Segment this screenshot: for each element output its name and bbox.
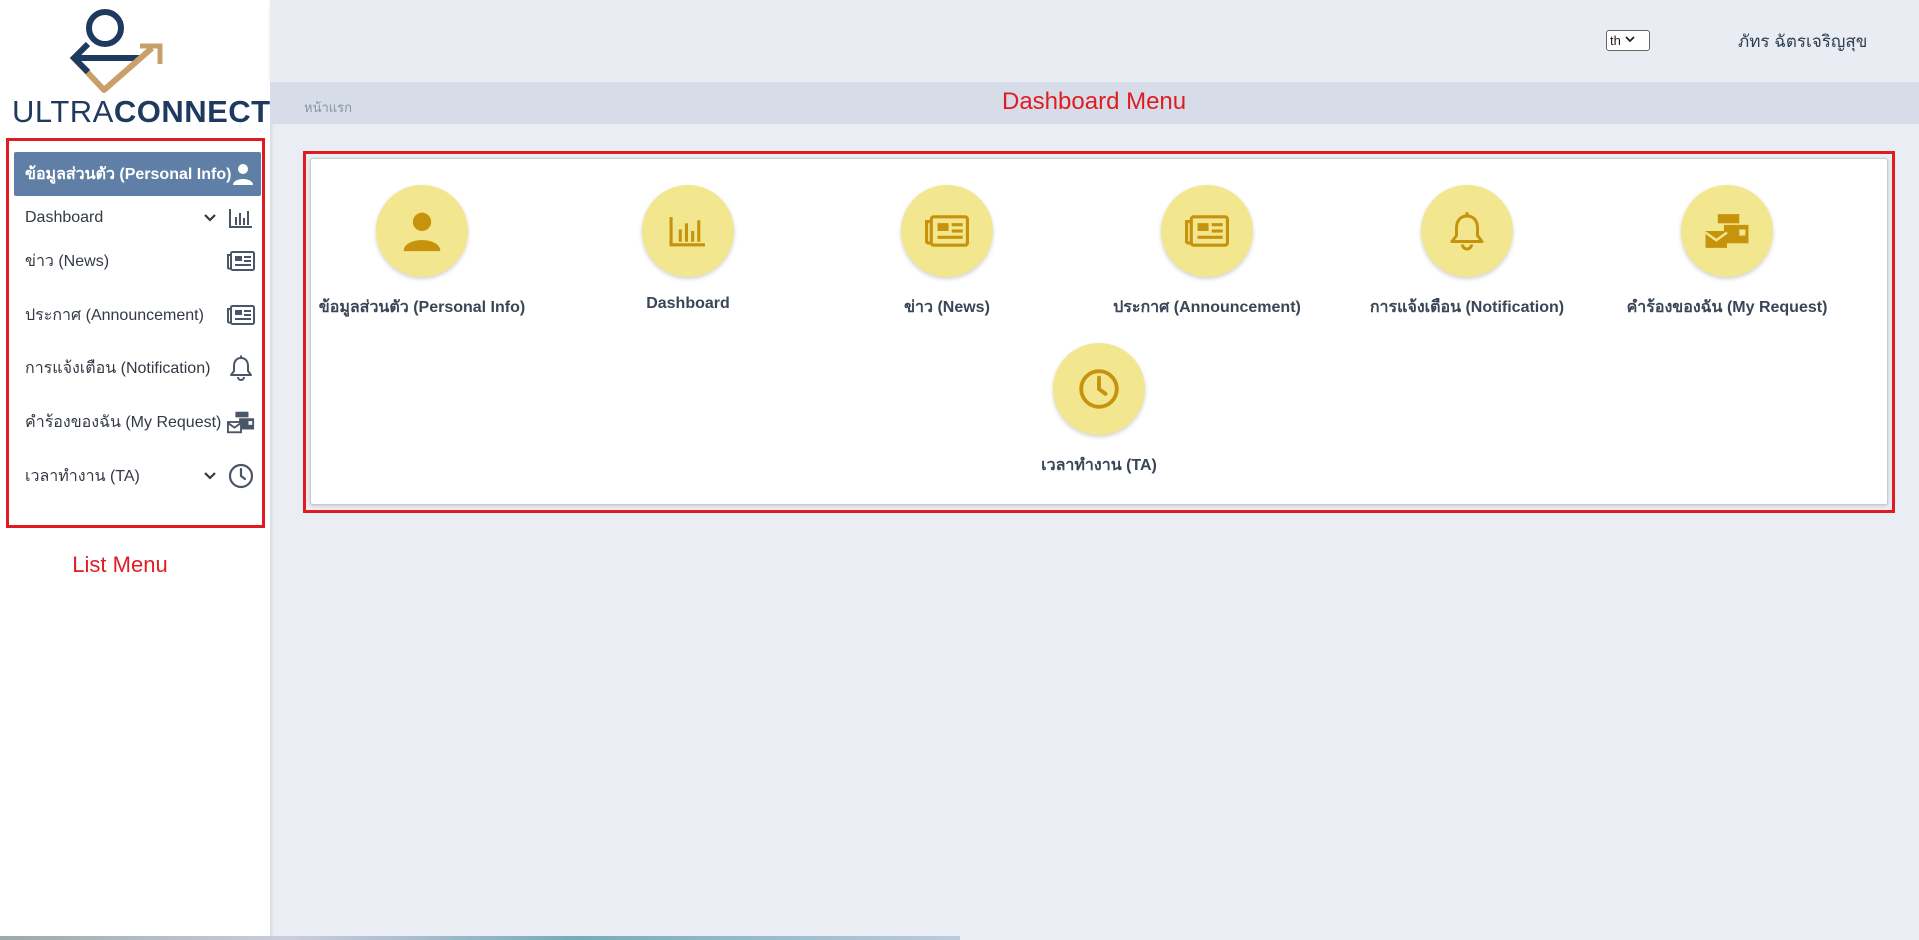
tile-personal-info[interactable]: ข้อมูลส่วนตัว (Personal Info) [311, 185, 533, 325]
tile-my-request[interactable]: คำร้องของฉัน (My Request) [1597, 185, 1857, 325]
tile-label: การแจ้งเตือน (Notification) [1369, 299, 1565, 316]
newspaper-icon [901, 185, 993, 277]
tile-label: Dashboard [646, 295, 730, 312]
tile-dashboard[interactable]: Dashboard [558, 185, 818, 325]
tile-time-attendance[interactable]: เวลาทำงาน (TA) [969, 343, 1229, 483]
logo-wordmark: ULTRACONNECT [12, 94, 271, 129]
list-menu-highlight: ข้อมูลส่วนตัว (Personal Info) Dashboard … [6, 138, 265, 528]
ultra-connect-logo[interactable]: ULTRACONNECT [12, 6, 271, 130]
sidebar-item-news[interactable]: ข่าว (News) [14, 239, 261, 283]
newspaper-icon [1161, 185, 1253, 277]
sidebar: ULTRACONNECT ข้อมูลส่วนตัว (Personal Inf… [0, 0, 270, 940]
dashboard-menu-highlight: ข้อมูลส่วนตัว (Personal Info) Dashboard … [303, 151, 1895, 513]
newspaper-icon [227, 247, 255, 275]
bell-icon [1421, 185, 1513, 277]
dashboard-card: ข้อมูลส่วนตัว (Personal Info) Dashboard … [310, 158, 1888, 505]
tile-label: ข้อมูลส่วนตัว (Personal Info) [318, 299, 526, 316]
sidebar-item-time-attendance[interactable]: เวลาทำงาน (TA) [14, 454, 261, 498]
sidebar-item-label: ประกาศ (Announcement) [25, 306, 204, 324]
sidebar-item-dashboard[interactable]: Dashboard [14, 196, 261, 240]
top-bar: th ภัทร ฉัตรเจริญสุข [270, 0, 1919, 82]
tile-label: ข่าว (News) [904, 299, 990, 316]
tile-news[interactable]: ข่าว (News) [817, 185, 1077, 325]
sidebar-item-label: ข่าว (News) [25, 252, 110, 270]
language-select-value: th [1610, 33, 1621, 48]
list-menu-annotation: List Menu [72, 552, 168, 577]
bar-chart-icon [227, 204, 255, 232]
clock-icon [227, 462, 255, 490]
newspaper-icon [227, 301, 255, 329]
tile-label: คำร้องของฉัน (My Request) [1626, 299, 1828, 316]
sidebar-item-label: การแจ้งเตือน (Notification) [25, 359, 211, 377]
user-name[interactable]: ภัทร ฉัตรเจริญสุข [1738, 28, 1867, 55]
chevron-down-icon[interactable] [203, 471, 219, 481]
bar-chart-icon [642, 185, 734, 277]
sidebar-item-my-request[interactable]: คำร้องของฉัน (My Request) [14, 400, 261, 444]
chevron-down-icon[interactable] [203, 213, 219, 223]
tile-notification[interactable]: การแจ้งเตือน (Notification) [1337, 185, 1597, 325]
tile-announcement[interactable]: ประกาศ (Announcement) [1077, 185, 1337, 325]
mail-bulk-icon [1681, 185, 1773, 277]
user-icon [231, 160, 255, 188]
user-icon [376, 185, 468, 277]
taskbar-strip [0, 936, 960, 940]
sidebar-item-personal-info[interactable]: ข้อมูลส่วนตัว (Personal Info) [14, 152, 261, 196]
tile-label: ประกาศ (Announcement) [1113, 299, 1301, 316]
sidebar-item-label: คำร้องของฉัน (My Request) [25, 413, 222, 431]
sidebar-item-notification[interactable]: การแจ้งเตือน (Notification) [14, 346, 261, 390]
clock-icon [1053, 343, 1145, 435]
breadcrumb-bar: หน้าแรก Dashboard Menu [270, 82, 1919, 124]
mail-bulk-icon [227, 408, 255, 436]
sidebar-item-label: ข้อมูลส่วนตัว (Personal Info) [25, 165, 232, 183]
sidebar-item-label: Dashboard [25, 209, 104, 226]
breadcrumb-home[interactable]: หน้าแรก [304, 97, 352, 118]
dashboard-menu-annotation: Dashboard Menu [1002, 88, 1187, 115]
bell-icon [227, 354, 255, 382]
logo-mark-icon [69, 9, 163, 93]
sidebar-item-announcement[interactable]: ประกาศ (Announcement) [14, 293, 261, 337]
tile-label: เวลาทำงาน (TA) [1041, 457, 1157, 474]
chevron-down-icon [1625, 35, 1635, 46]
sidebar-item-label: เวลาทำงาน (TA) [25, 467, 140, 485]
language-select[interactable]: th [1606, 30, 1650, 51]
